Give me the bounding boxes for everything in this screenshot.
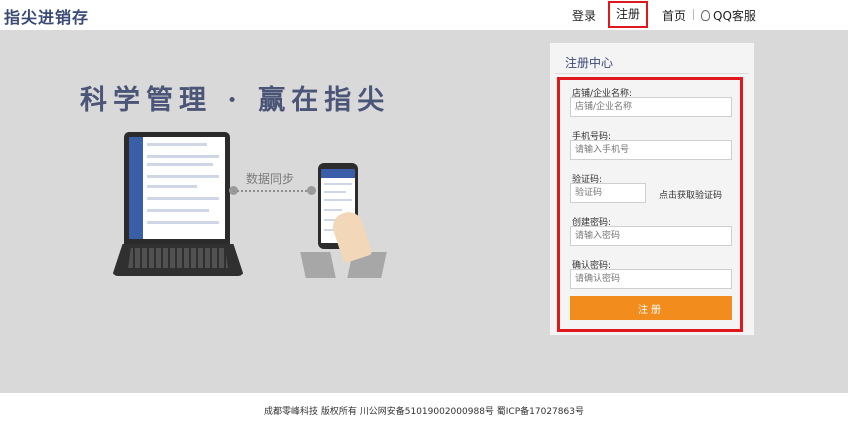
laptop-illustration — [124, 132, 230, 244]
phone-input[interactable] — [570, 140, 732, 160]
footer-copyright: 成都零峰科技 版权所有 川公网安备51019002000988号 蜀ICP备17… — [264, 407, 584, 417]
sleeve-left — [300, 252, 336, 278]
create-password-input[interactable] — [570, 226, 732, 246]
nav-divider — [693, 9, 694, 20]
nav-qq-service-link[interactable]: QQ客服 — [701, 7, 756, 24]
sync-label: 数据同步 — [246, 172, 295, 186]
register-submit-button[interactable]: 注册 — [570, 296, 732, 320]
nav-home-link[interactable]: 首页 — [662, 7, 686, 24]
shop-name-input[interactable] — [570, 97, 732, 117]
nav-register-link[interactable]: 注册 — [608, 1, 648, 28]
get-verify-code-link[interactable]: 点击获取验证码 — [659, 188, 722, 201]
site-logo[interactable]: 指尖进销存 — [4, 4, 89, 28]
nav-qq-label: QQ客服 — [713, 9, 756, 23]
sync-line — [233, 190, 311, 192]
qq-icon — [701, 10, 710, 21]
panel-title: 注册中心 — [565, 56, 614, 70]
verify-code-input[interactable] — [570, 183, 646, 203]
top-bar: 指尖进销存 登录 注册 首页 QQ客服 — [0, 0, 848, 30]
confirm-password-input[interactable] — [570, 269, 732, 289]
panel-divider — [555, 73, 749, 74]
nav-login-link[interactable]: 登录 — [572, 7, 596, 24]
footer: 成都零峰科技 版权所有 川公网安备51019002000988号 蜀ICP备17… — [0, 393, 848, 425]
hero-slogan: 科学管理 · 赢在指尖 — [80, 85, 391, 116]
sync-dot-right — [307, 186, 316, 195]
laptop-keys — [128, 248, 228, 268]
